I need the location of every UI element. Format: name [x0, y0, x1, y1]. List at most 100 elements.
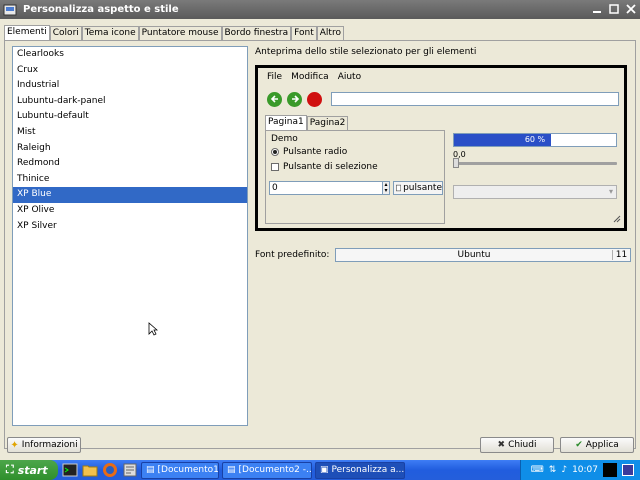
radio-indicator	[271, 148, 279, 156]
spin-arrows-icon[interactable]: ▴ ▾	[382, 181, 390, 195]
preview-menu-modifica[interactable]: Modifica	[291, 72, 329, 82]
preview-tab-pagina1[interactable]: Pagina1	[265, 115, 307, 130]
preview-label: Anteprima dello stile selezionato per gl…	[255, 47, 477, 57]
file-manager-icon[interactable]	[82, 462, 98, 478]
document-icon: ▤	[227, 465, 236, 475]
apply-check-icon: ✔	[575, 440, 583, 450]
task-personalizza-label: Personalizza a...	[331, 465, 405, 475]
back-arrow-icon[interactable]	[267, 91, 282, 107]
default-font-label: Font predefinito:	[255, 250, 330, 260]
preview-menu-aiuto[interactable]: Aiuto	[338, 72, 361, 82]
apply-button[interactable]: ✔ Applica	[560, 437, 634, 453]
tab-panel: Clearlooks Crux Industrial Lubuntu-dark-…	[4, 40, 636, 449]
slider-handle[interactable]	[453, 158, 459, 168]
task-documento2[interactable]: ▤ [Documento2 -...	[222, 461, 312, 479]
progress-bar: 60 %	[453, 133, 617, 147]
tab-font[interactable]: Font	[291, 26, 317, 40]
cpu-monitor-icon	[603, 463, 617, 477]
resize-grip-icon[interactable]	[613, 215, 621, 226]
scale-slider[interactable]	[453, 162, 617, 165]
default-font-button[interactable]: Ubuntu 11	[335, 248, 631, 262]
theme-item-thinice[interactable]: Thinice	[13, 172, 247, 188]
keyboard-icon[interactable]: ⌨	[531, 465, 544, 475]
preview-controls: 60 % 0,0 ▾	[450, 130, 620, 224]
forward-arrow-icon[interactable]	[287, 91, 302, 107]
info-star-icon: ✦	[10, 439, 19, 451]
tab-bordo-finestra[interactable]: Bordo finestra	[221, 26, 292, 40]
progress-text: 60 %	[524, 135, 546, 144]
app-launcher-icon[interactable]	[122, 462, 138, 478]
apply-button-label: Applica	[585, 440, 619, 450]
task-documento1[interactable]: ▤ [Documento1 -...	[141, 461, 219, 479]
preview-toolbar	[267, 90, 619, 108]
title-bar: Personalizza aspetto e stile	[0, 0, 640, 19]
radio-button[interactable]: Pulsante radio	[271, 147, 347, 157]
appearance-icon: ▣	[320, 465, 329, 475]
tab-altro[interactable]: Altro	[316, 26, 344, 40]
window-title: Personalizza aspetto e stile	[23, 4, 179, 15]
preview-tabs: Pagina1 Pagina2	[265, 115, 349, 130]
maximize-icon[interactable]	[606, 2, 621, 16]
theme-item-xp-silver[interactable]: XP Silver	[13, 219, 247, 235]
theme-list[interactable]: Clearlooks Crux Industrial Lubuntu-dark-…	[12, 46, 248, 426]
demo-frame-label: Demo	[271, 134, 298, 144]
desktop-icon[interactable]	[622, 464, 634, 476]
info-button-label: Informazioni	[21, 440, 78, 450]
minimize-icon[interactable]	[589, 2, 604, 16]
close-icon[interactable]	[623, 2, 638, 16]
theme-item-redmond[interactable]: Redmond	[13, 156, 247, 172]
terminal-icon[interactable]	[62, 462, 78, 478]
theme-item-industrial[interactable]: Industrial	[13, 78, 247, 94]
network-icon[interactable]: ⇅	[549, 465, 557, 475]
task-documento1-label: [Documento1 -...	[157, 465, 219, 475]
preview-menu-file[interactable]: File	[267, 72, 282, 82]
tab-elementi[interactable]: Elementi	[4, 25, 50, 40]
theme-item-xp-olive[interactable]: XP Olive	[13, 203, 247, 219]
start-label: start	[17, 463, 48, 477]
theme-item-clearlooks[interactable]: Clearlooks	[13, 47, 247, 63]
main-window: Elementi Colori Tema icone Puntatore mou…	[0, 19, 640, 460]
theme-item-lubuntu-default[interactable]: Lubuntu-default	[13, 109, 247, 125]
spin-input[interactable]: 0	[269, 181, 389, 195]
clock[interactable]: 10:07	[572, 465, 598, 475]
theme-item-xp-blue[interactable]: XP Blue	[13, 187, 247, 203]
info-button[interactable]: ✦ Informazioni	[7, 437, 81, 453]
close-button-label: Chiudi	[508, 440, 537, 450]
volume-icon[interactable]: ♪	[561, 465, 567, 475]
system-tray: ⌨ ⇅ ♪ 10:07	[520, 460, 640, 480]
stop-icon[interactable]	[307, 91, 322, 107]
check-label: Pulsante di selezione	[283, 162, 378, 172]
checkbox-indicator	[271, 163, 279, 171]
theme-item-lubuntu-dark-panel[interactable]: Lubuntu-dark-panel	[13, 94, 247, 110]
preview-entry[interactable]	[331, 92, 619, 106]
radio-label: Pulsante radio	[283, 147, 348, 157]
theme-preview: File Modifica Aiuto Pagina1 Pagina2 Demo…	[255, 65, 627, 231]
preview-button[interactable]: pulsante	[393, 181, 443, 195]
chevron-down-icon: ▾	[608, 187, 613, 196]
appearance-app-icon	[3, 3, 17, 17]
mouse-pointer-icon	[148, 322, 159, 339]
start-logo-icon: ⛶	[6, 463, 14, 476]
close-button[interactable]: ✖ Chiudi	[480, 437, 554, 453]
check-button[interactable]: Pulsante di selezione	[271, 162, 378, 172]
tab-puntatore-mouse[interactable]: Puntatore mouse	[138, 26, 222, 40]
document-icon	[396, 184, 402, 192]
font-size: 11	[612, 250, 630, 260]
tab-colori[interactable]: Colori	[49, 26, 82, 40]
theme-item-crux[interactable]: Crux	[13, 63, 247, 79]
disabled-combo: ▾	[453, 185, 617, 199]
tab-tema-icone[interactable]: Tema icone	[81, 26, 139, 40]
close-x-icon: ✖	[497, 440, 506, 450]
theme-item-mist[interactable]: Mist	[13, 125, 247, 141]
preview-menubar: File Modifica Aiuto	[258, 68, 624, 86]
settings-tabs: Elementi Colori Tema icone Puntatore mou…	[4, 25, 344, 40]
theme-item-raleigh[interactable]: Raleigh	[13, 141, 247, 157]
document-icon: ▤	[146, 465, 155, 475]
preview-tab-pagina2[interactable]: Pagina2	[306, 116, 349, 130]
preview-tab-panel: Demo Pulsante radio Pulsante di selezion…	[265, 130, 445, 224]
font-name: Ubuntu	[457, 250, 491, 260]
firefox-icon[interactable]	[102, 462, 118, 478]
task-personalizza[interactable]: ▣ Personalizza a...	[315, 461, 405, 479]
preview-button-label: pulsante	[403, 183, 442, 193]
start-button[interactable]: ⛶ start	[0, 460, 58, 480]
